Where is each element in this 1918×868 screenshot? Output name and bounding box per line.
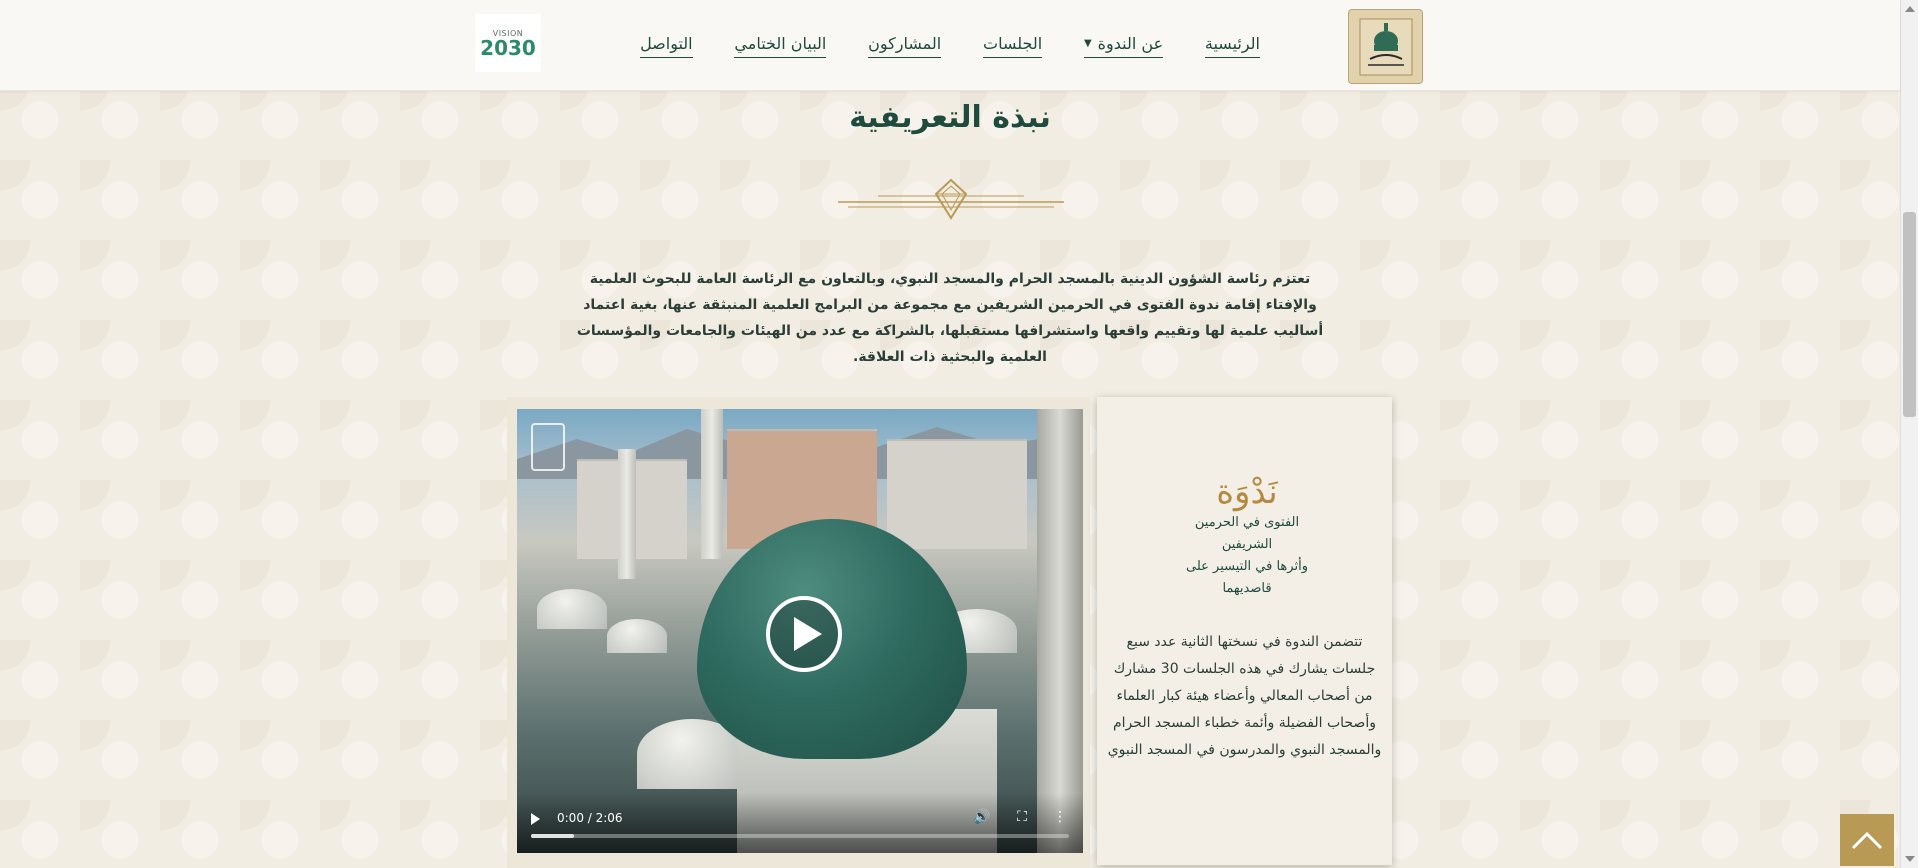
- more-options-icon[interactable]: ⋮: [1052, 809, 1068, 825]
- vision-2030-logo[interactable]: VISION 2030: [475, 14, 541, 72]
- video-buffered-fill: [531, 834, 575, 838]
- calligraphy-line-2: وأثرها في التيسير على قاصديهما: [1186, 559, 1308, 596]
- nav-item-about-label: عن الندوة: [1097, 33, 1164, 53]
- controls-play-icon[interactable]: [531, 813, 540, 825]
- video-small-dome: [607, 619, 667, 653]
- video-player[interactable]: 0:00 / 2:06 🔊 ⛶ ⋮: [517, 409, 1083, 853]
- video-controls: 0:00 / 2:06 🔊 ⛶ ⋮: [517, 793, 1083, 853]
- nav-item-participants[interactable]: المشاركون: [868, 34, 942, 58]
- video-container: 0:00 / 2:06 🔊 ⛶ ⋮: [507, 397, 1090, 868]
- symposium-info-card: نَدْوَة الفتوى في الحرمين الشريفين وأثره…: [1097, 397, 1392, 865]
- scroll-down-icon[interactable]: [1905, 856, 1915, 862]
- scrollbar-thumb[interactable]: [1903, 212, 1916, 417]
- page-scrollbar[interactable]: [1900, 0, 1918, 868]
- ornamental-divider-icon: [838, 178, 1064, 220]
- section-title: نبذة التعريفية: [849, 100, 1051, 135]
- video-play-button[interactable]: [766, 596, 842, 672]
- symposium-calligraphy-logo: نَدْوَة الفتوى في الحرمين الشريفين وأثره…: [1172, 472, 1322, 597]
- fullscreen-icon[interactable]: ⛶: [1014, 809, 1030, 825]
- video-minaret: [701, 409, 723, 559]
- video-minaret: [618, 449, 636, 579]
- nav-item-sessions[interactable]: الجلسات: [983, 34, 1043, 58]
- symposium-logo[interactable]: [1348, 9, 1423, 84]
- video-building: [887, 439, 1027, 549]
- video-progress-bar[interactable]: [531, 834, 1069, 838]
- main-nav: الرئيسية عن الندوة ▼ الجلسات المشاركون ا…: [640, 0, 1260, 91]
- video-minaret: [1037, 409, 1083, 853]
- nav-item-about[interactable]: عن الندوة ▼: [1083, 33, 1164, 58]
- video-small-dome: [537, 589, 607, 629]
- video-watermark-logo: [531, 423, 565, 471]
- intro-paragraph: تعتزم رئاسة الشؤون الدينية بالمسجد الحرا…: [576, 271, 1324, 365]
- video-time: 0:00 / 2:06: [557, 811, 623, 825]
- nav-item-final-statement[interactable]: البيان الختامي: [734, 34, 827, 58]
- calligraphy-line-1: الفتوى في الحرمين الشريفين: [1194, 515, 1300, 552]
- mosque-dome-logo-icon: [1359, 18, 1412, 75]
- back-to-top-button[interactable]: [1840, 814, 1894, 866]
- nav-item-home[interactable]: الرئيسية: [1204, 34, 1260, 58]
- volume-icon[interactable]: 🔊: [973, 809, 990, 825]
- nav-item-contact[interactable]: التواصل: [640, 34, 693, 58]
- scroll-up-icon[interactable]: [1905, 6, 1915, 12]
- arrow-up-icon: [1851, 831, 1883, 850]
- vision-logo-year: 2030: [480, 35, 536, 60]
- caret-down-icon: ▼: [1083, 37, 1092, 49]
- calligraphy-title: نَدْوَة: [1216, 472, 1278, 512]
- play-icon: [793, 617, 822, 651]
- site-header: الرئيسية عن الندوة ▼ الجلسات المشاركون ا…: [0, 0, 1900, 91]
- card-description: تتضمن الندوة في نسختها الثانية عدد سبع ج…: [1107, 634, 1382, 758]
